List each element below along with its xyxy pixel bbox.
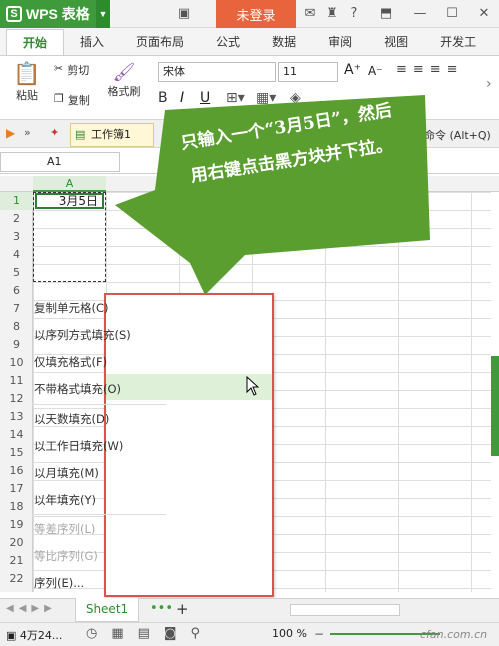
sheet-doc-icon: ▤ [75,128,86,141]
menu-item-fill-years[interactable]: 以年填充(Y) [34,492,96,508]
horizontal-scrollbar[interactable] [290,604,400,616]
row-header[interactable]: 7 [0,300,33,318]
maximize-icon[interactable]: ☐ [444,6,460,22]
cut-button[interactable]: ✂ 剪切 [54,62,89,78]
menu-item-fill-series[interactable]: 以序列方式填充(S) [34,327,131,343]
row-header[interactable]: 5 [0,264,33,282]
ribbon-more-icon[interactable]: › [486,76,492,92]
tab-insert[interactable]: 插入 [64,29,120,55]
tab-review[interactable]: 审阅 [312,29,368,55]
menu-item-fill-days[interactable]: 以天数填充(D) [34,411,109,427]
clipboard-icon: 📋 [13,62,41,87]
tab-data[interactable]: 数据 [256,29,312,55]
row-header[interactable]: 13 [0,408,33,426]
font-name-select[interactable]: 宋体 [158,62,276,82]
font-shrink-icon[interactable]: A⁻ [368,64,383,78]
copy-icon: ❐ [54,92,64,105]
zoom-level[interactable]: 100 % [272,627,307,640]
menu-item-growth-trend: 等比序列(G) [34,549,98,563]
tab-formulas[interactable]: 公式 [200,29,256,55]
row-header[interactable]: 15 [0,444,33,462]
ribbon-tabs: 开始 插入 页面布局 公式 数据 审阅 视图 开发工 [0,28,499,56]
status-icon: ▣ [6,629,20,642]
row-header[interactable]: 19 [0,516,33,534]
watermark: cfan.com.cn [420,628,488,641]
cell-a1[interactable]: 3月5日 [35,193,104,209]
menu-item-copy-cells[interactable]: 复制单元格(C) [34,300,109,316]
format-painter-button[interactable]: 🖌 格式刷 [104,62,144,99]
row-header[interactable]: 4 [0,246,33,264]
row-header[interactable]: 9 [0,336,33,354]
sheet-tab-sheet1[interactable]: Sheet1 [75,598,139,622]
pin-icon[interactable]: ✦ [50,126,59,139]
align-icons[interactable]: ≡≡≡≡ [396,62,464,77]
app-menu-button[interactable]: S WPS 表格 ▼ [0,0,110,28]
tab-home[interactable]: 开始 [6,29,65,55]
menu-item-series[interactable]: 序列(E)... [34,575,84,591]
chevron-down-icon[interactable]: ▼ [96,0,110,28]
help-icon[interactable]: ? [346,6,362,22]
app-name: WPS 表格 [26,6,90,22]
shirt-icon[interactable]: ♜ [324,6,340,22]
copy-label: 复制 [67,94,90,107]
window-restore-icon[interactable]: ⬒ [378,6,394,22]
row-header[interactable]: 12 [0,390,33,408]
row-header[interactable]: 16 [0,462,33,480]
menu-item-fill-formatting-only[interactable]: 仅填充格式(F) [34,354,107,370]
folder-icon[interactable]: ▶ [6,126,15,140]
scissors-icon: ✂ [54,62,64,75]
row-header[interactable]: 18 [0,498,33,516]
menu-item-fill-weekdays[interactable]: 以工作日填充(W) [34,438,123,454]
close-icon[interactable]: ✕ [476,6,492,22]
side-panel-handle[interactable] [491,356,499,456]
row-header[interactable]: 8 [0,318,33,336]
paste-label: 粘贴 [16,89,38,102]
tab-view[interactable]: 视图 [368,29,424,55]
status-summary-text: 4万24... [19,629,63,642]
menu-item-linear-trend: 等差序列(L) [34,522,96,536]
row-header[interactable]: 22 [0,570,33,588]
menu-separator [32,404,166,405]
row-header[interactable]: 2 [0,210,33,228]
zoom-out-icon[interactable]: − [314,627,324,641]
brush-icon: 🖌 [112,62,136,83]
row-header[interactable]: 1 [0,192,33,210]
wps-logo-icon: S [6,6,22,22]
row-header[interactable]: 10 [0,354,33,372]
double-chevron-icon[interactable]: » [24,126,31,139]
sheet-nav-arrows[interactable]: ◀◀▶▶ [6,603,57,614]
view-mode-icons[interactable]: ◷▦▤◙⚲ [86,626,214,641]
login-button[interactable]: 未登录 [216,0,296,28]
cut-label: 剪切 [67,64,90,77]
font-size-select[interactable]: 11 [278,62,338,82]
add-sheet-icon[interactable]: + [176,600,189,618]
tab-developer[interactable]: 开发工 [424,29,480,55]
mouse-cursor-icon [246,376,260,396]
row-header[interactable]: 3 [0,228,33,246]
font-grow-icon[interactable]: A⁺ [344,62,361,78]
mail-icon[interactable]: ✉ [302,6,318,22]
status-summary: ▣ 4万24... [6,627,62,643]
row-header[interactable]: 17 [0,480,33,498]
menu-separator [32,514,166,515]
menu-item-fill-without-formatting[interactable]: 不带格式填充(O) [34,381,121,397]
menu-item-fill-months[interactable]: 以月填充(M) [34,465,99,481]
row-header-bar: 1 2 3 4 5 6 7 8 9 10 11 12 13 14 15 16 1… [0,192,33,592]
row-header[interactable]: 6 [0,282,33,300]
paste-button[interactable]: 📋 粘贴 [10,62,44,103]
row-header[interactable]: 14 [0,426,33,444]
more-sheets-icon[interactable]: ••• [150,601,173,616]
copy-button[interactable]: ❐ 复制 [54,92,90,108]
row-header[interactable]: 11 [0,372,33,390]
tab-page-layout[interactable]: 页面布局 [120,29,200,55]
skin-icon[interactable]: ▣ [176,6,192,22]
row-header[interactable]: 21 [0,552,33,570]
minimize-icon[interactable]: — [412,6,428,22]
row-header[interactable]: 20 [0,534,33,552]
